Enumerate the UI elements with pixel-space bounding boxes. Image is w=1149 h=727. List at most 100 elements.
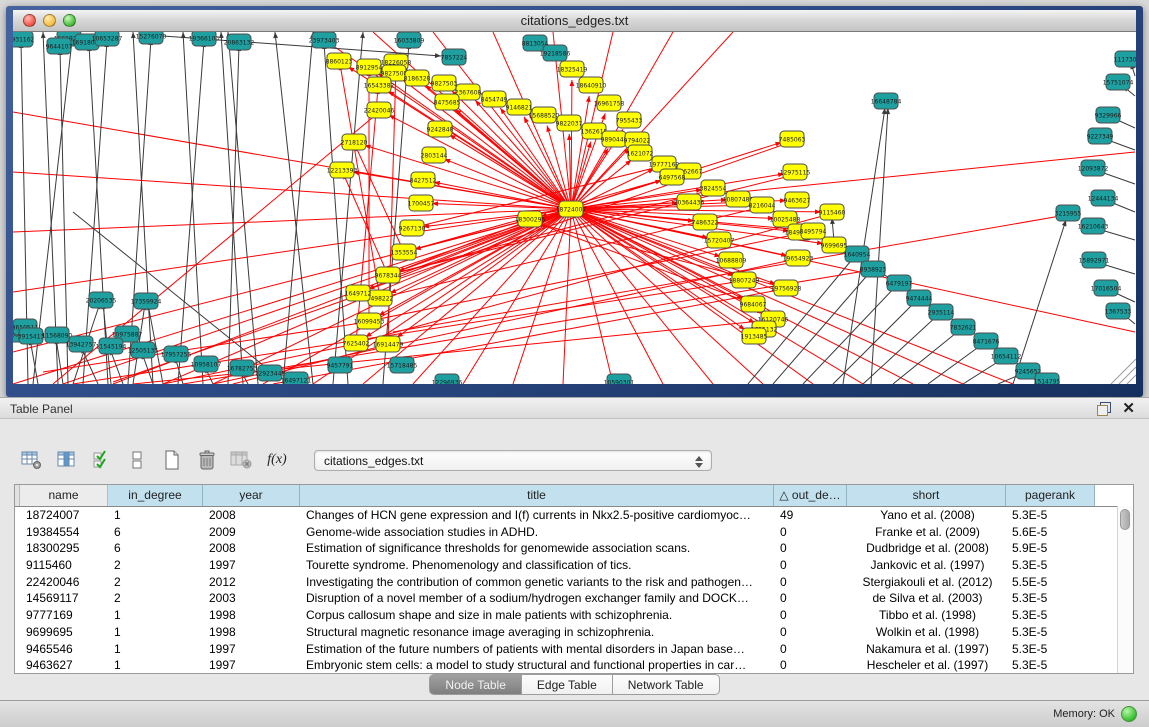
close-window-icon[interactable] (23, 14, 36, 27)
graph-node-teal[interactable]: 15718485 (387, 357, 418, 373)
graph-node-yellow[interactable]: 6497568 (659, 169, 686, 185)
table-cell[interactable]: 1 (108, 624, 203, 641)
table-cell[interactable]: Wolkin et al. (1998) (847, 624, 1006, 641)
graph-node-yellow[interactable]: 8912954 (356, 59, 383, 75)
graph-node-yellow[interactable]: 16961758 (594, 95, 625, 111)
graph-node-teal[interactable]: 17957255 (161, 346, 192, 362)
table-row[interactable]: 2242004622012Investigating the contribut… (15, 574, 1133, 591)
table-cell[interactable]: 49 (774, 507, 847, 524)
graph-node-teal[interactable]: 3915413 (18, 328, 45, 344)
table-cell[interactable]: Investigating the contribution of common… (300, 574, 774, 591)
table-cell[interactable]: 0 (774, 574, 847, 591)
table-cell[interactable]: Tourette syndrome. Phenomenology and cla… (300, 557, 774, 574)
table-row[interactable]: 911546021997Tourette syndrome. Phenomeno… (15, 557, 1133, 574)
table-cell[interactable]: 5.9E-5 (1006, 540, 1095, 557)
table-cell[interactable]: 0 (774, 524, 847, 541)
column-header[interactable]: △ out_de… (774, 485, 847, 506)
table-cell[interactable]: 2003 (203, 590, 300, 607)
graph-node-yellow[interactable]: 8475685 (434, 94, 461, 110)
table-cell[interactable]: 2009 (203, 524, 300, 541)
graph-node-teal[interactable]: 15751074 (1103, 74, 1134, 90)
graph-node-yellow[interactable]: 8454749 (481, 91, 508, 107)
graph-node-teal[interactable]: 12505135 (128, 342, 159, 358)
table-cell[interactable]: 5.3E-5 (1006, 557, 1095, 574)
graph-node-yellow[interactable]: 7625402 (343, 335, 370, 351)
graph-node-yellow[interactable]: 7485063 (779, 131, 806, 147)
table-cell[interactable]: 1998 (203, 607, 300, 624)
function-builder-icon[interactable]: f(x) (263, 444, 291, 476)
graph-node-yellow[interactable]: 7955433 (616, 112, 643, 128)
table-cell[interactable]: Stergiakouli et al. (2012) (847, 574, 1006, 591)
table-cell[interactable]: 9463627 (20, 657, 108, 674)
float-panel-icon[interactable] (1097, 402, 1111, 416)
graph-node-teal[interactable]: 13942757 (66, 336, 97, 352)
graph-node-teal[interactable]: 9644107 (46, 38, 73, 54)
graph-node-yellow[interactable]: 15720407 (704, 232, 735, 248)
table-cell[interactable]: 2 (108, 590, 203, 607)
table-cell[interactable]: 0 (774, 624, 847, 641)
graph-node-teal[interactable]: 8471676 (973, 333, 1000, 349)
graph-node-teal[interactable]: 10958107 (191, 356, 222, 372)
graph-node-yellow[interactable]: 16543382 (364, 77, 395, 93)
graph-node-teal[interactable]: 9457791 (327, 357, 354, 373)
graph-node-teal[interactable]: 16648784 (871, 93, 902, 109)
graph-node-teal[interactable]: 11545194 (96, 338, 127, 354)
citation-network-graph[interactable]: 2931162166192219644107169180431065328715… (13, 32, 1136, 384)
graph-node-teal[interactable]: 23973403 (309, 32, 340, 48)
table-cell[interactable]: Jankovic et al. (1997) (847, 557, 1006, 574)
minimize-window-icon[interactable] (43, 14, 56, 27)
node-table[interactable]: namein_degreeyeartitle△ out_de…shortpage… (14, 484, 1134, 674)
table-row[interactable]: 1872400712008Changes of HCN gene express… (15, 507, 1133, 524)
graph-node-yellow[interactable]: 8427512 (410, 172, 437, 188)
graph-node-teal[interactable]: 15276070 (136, 32, 167, 44)
select-all-icon[interactable] (88, 444, 116, 476)
graph-node-teal[interactable]: 1514795 (1034, 373, 1061, 384)
table-selector-dropdown[interactable]: citations_edges.txt (314, 450, 712, 471)
tab-edge-table[interactable]: Edge Table (522, 674, 613, 695)
delete-table-icon[interactable] (228, 444, 256, 476)
graph-node-teal[interactable]: 2931162 (13, 32, 35, 47)
graph-node-teal[interactable]: 3215955 (1055, 205, 1082, 221)
table-cell[interactable]: 1 (108, 507, 203, 524)
table-cell[interactable]: Franke et al. (2009) (847, 524, 1006, 541)
graph-node-yellow[interactable]: 12975115 (780, 164, 811, 180)
table-header-row[interactable]: namein_degreeyeartitle△ out_de…shortpage… (15, 485, 1133, 507)
graph-node-teal[interactable]: 9227349 (1087, 128, 1114, 144)
table-cell[interactable]: 0 (774, 540, 847, 557)
graph-node-teal[interactable]: 20863132 (224, 34, 255, 50)
graph-node-yellow[interactable]: 9699695 (821, 237, 848, 253)
graph-node-yellow[interactable]: 16914479 (373, 336, 404, 352)
graph-node-teal[interactable]: 1367533 (1105, 303, 1132, 319)
table-cell[interactable]: 2 (108, 574, 203, 591)
column-header[interactable]: in_degree (108, 485, 203, 506)
graph-node-teal[interactable]: 17016504 (1091, 280, 1122, 296)
table-cell[interactable]: Changes of HCN gene expression and I(f) … (300, 507, 774, 524)
column-header[interactable]: title (300, 485, 774, 506)
graph-node-teal[interactable]: 19218586 (540, 45, 571, 61)
table-cell[interactable]: Hescheler et al. (1997) (847, 657, 1006, 674)
table-cell[interactable]: 5.3E-5 (1006, 607, 1095, 624)
graph-node-yellow[interactable]: 8860123 (326, 53, 353, 69)
column-header[interactable]: short (847, 485, 1006, 506)
table-cell[interactable]: 2008 (203, 540, 300, 557)
table-cell[interactable]: 2012 (203, 574, 300, 591)
table-row[interactable]: 969969511998Structural magnetic resonanc… (15, 624, 1133, 641)
table-cell[interactable]: 6 (108, 524, 203, 541)
table-cell[interactable]: 1997 (203, 557, 300, 574)
table-row[interactable]: 1456911722003Disruption of a novel membe… (15, 590, 1133, 607)
table-settings-icon[interactable] (18, 444, 46, 476)
table-cell[interactable]: 2 (108, 557, 203, 574)
graph-node-yellow[interactable]: 1649712 (345, 285, 372, 301)
graph-node-teal[interactable]: 16782753 (227, 360, 258, 376)
graph-node-teal[interactable]: 6479197 (886, 275, 913, 291)
delete-column-icon[interactable] (193, 444, 221, 476)
graph-node-teal[interactable]: 1117306 (1114, 51, 1136, 67)
graph-node-yellow[interactable]: 9684067 (740, 296, 767, 312)
graph-node-teal[interactable]: 15892971 (1079, 252, 1110, 268)
table-row[interactable]: 977716911998Corpus callosum shape and si… (15, 607, 1133, 624)
graph-node-yellow[interactable]: 1700457 (408, 195, 435, 211)
graph-node-yellow[interactable]: 9822037 (556, 115, 583, 131)
graph-node-yellow[interactable]: 18807249 (729, 272, 760, 288)
table-cell[interactable]: Tibbo et al. (1998) (847, 607, 1006, 624)
table-cell[interactable]: 5.3E-5 (1006, 590, 1095, 607)
